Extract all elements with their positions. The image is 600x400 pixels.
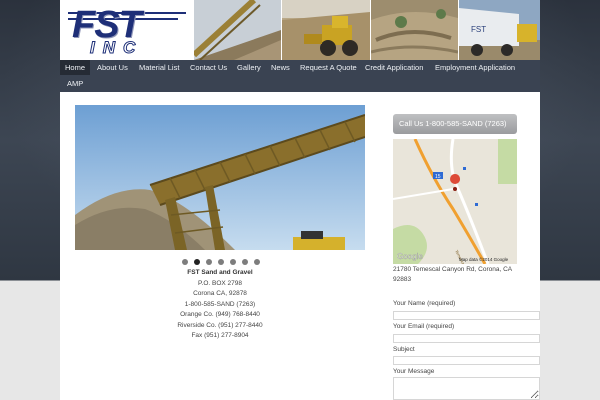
slide-dot-4[interactable]: [218, 259, 224, 265]
nav-item-credit-application[interactable]: Credit Application: [360, 60, 428, 75]
header-photo-truck: FST: [459, 0, 540, 60]
map-road-shield: 15: [435, 174, 441, 180]
location-map[interactable]: 15 Temescal Canyon Rd Google Map data ©2…: [393, 139, 517, 264]
name-input[interactable]: [393, 311, 540, 320]
page-container: FST INC FST Home About Us Material List …: [60, 0, 540, 400]
main-content: FST Sand and Gravel P.O. BOX 2798 Corona…: [60, 92, 540, 400]
map-google-logo: Google: [397, 252, 423, 261]
subject-label: Subject: [393, 346, 415, 353]
site-header: FST INC FST: [60, 0, 540, 60]
email-input[interactable]: [393, 334, 540, 343]
header-photo-quarry: [371, 0, 458, 60]
subject-input[interactable]: [393, 356, 540, 365]
company-name: FST Sand and Gravel: [187, 269, 253, 276]
nav-item-amp[interactable]: AMP: [62, 76, 88, 91]
address-line-riverside: Riverside Co. (951) 277-8440: [177, 321, 263, 329]
nav-item-material-list[interactable]: Material List: [134, 60, 184, 75]
slide-dot-2[interactable]: [194, 259, 200, 265]
slideshow-image[interactable]: [75, 105, 365, 250]
message-textarea[interactable]: [393, 377, 540, 400]
slide-dot-3[interactable]: [206, 259, 212, 265]
slide-dot-1[interactable]: [182, 259, 188, 265]
nav-item-home[interactable]: Home: [60, 60, 91, 75]
site-logo[interactable]: FST INC: [60, 0, 193, 60]
name-label: Your Name (required): [393, 300, 456, 307]
main-nav: Home About Us Material List Contact Us G…: [60, 60, 540, 92]
svg-text:FST: FST: [471, 25, 486, 34]
nav-item-request-a-quote[interactable]: Request A Quote: [295, 60, 362, 75]
map-address: 21780 Temescal Canyon Rd, Corona, CA 928…: [393, 266, 512, 283]
message-label: Your Message: [393, 368, 435, 375]
logo-sub-text: INC: [89, 38, 144, 58]
call-us-button[interactable]: Call Us 1-800-585-SAND (7263): [393, 114, 517, 134]
address-line-city: Corona CA, 92878: [193, 290, 247, 297]
nav-item-contact-us[interactable]: Contact Us: [185, 60, 232, 75]
address-line-orange: Orange Co. (949) 768-8440: [180, 311, 260, 318]
header-photo-loader: [282, 0, 370, 60]
slide-dot-7[interactable]: [254, 259, 260, 265]
nav-item-gallery[interactable]: Gallery: [232, 60, 266, 75]
slide-dot-5[interactable]: [230, 259, 236, 265]
nav-item-news[interactable]: News: [266, 60, 295, 75]
nav-item-about-us[interactable]: About Us: [92, 60, 133, 75]
map-data-attribution: Map data ©2014 Google: [459, 256, 509, 262]
nav-item-employment-application[interactable]: Employment Application: [430, 60, 520, 75]
address-line-po-box: P.O. BOX 2798: [198, 279, 242, 287]
address-line-fax: Fax (951) 277-8904: [191, 332, 249, 339]
company-address: FST Sand and Gravel P.O. BOX 2798 Corona…: [90, 268, 350, 342]
header-photo-conveyor: [194, 0, 281, 60]
address-line-phone: 1-800-585-SAND (7263): [184, 300, 256, 308]
email-label: Your Email (required): [393, 323, 455, 330]
slide-dot-6[interactable]: [242, 259, 248, 265]
